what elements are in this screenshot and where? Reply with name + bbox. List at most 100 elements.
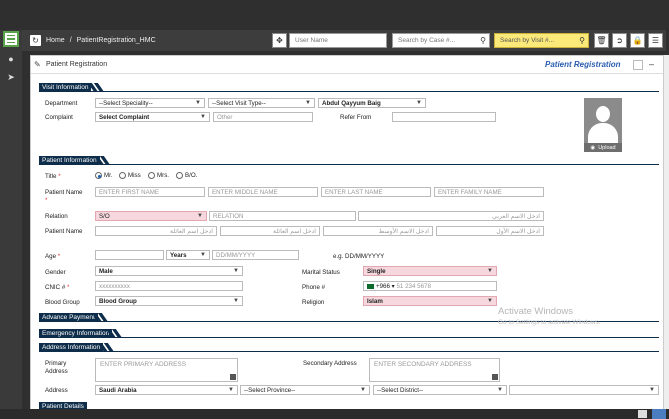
dob-input[interactable]: DD/MM/YYYY <box>212 250 299 260</box>
secondary-address-input[interactable]: ENTER SECONDARY ADDRESS <box>369 358 500 382</box>
phone-label: Phone # <box>302 284 326 291</box>
activate-windows-title: Activate Windows <box>498 306 573 317</box>
relation-arabic-input[interactable]: ادخل الاسم العربي <box>358 211 544 221</box>
chevron-down-icon: ▼ <box>197 213 203 219</box>
other-complaint-input[interactable]: Other <box>213 112 313 122</box>
maximize-icon[interactable] <box>633 60 643 70</box>
country-select[interactable]: Saudi Arabia ▼ <box>95 385 238 395</box>
chevron-down-icon: ▼ <box>487 298 493 304</box>
age-unit-select[interactable]: Years ▼ <box>166 250 210 260</box>
user-icon[interactable]: ● <box>4 52 18 66</box>
age-input[interactable] <box>95 250 164 260</box>
title-radio-mrs[interactable]: Mrs. <box>148 172 169 179</box>
title-radio-bo[interactable]: B/O. <box>176 172 197 179</box>
chevron-down-icon: ▼ <box>649 387 655 393</box>
search-case-input[interactable]: Search by Case #... ⚲ <box>392 33 490 48</box>
title-radio-mr[interactable]: Mr. <box>95 172 113 179</box>
refer-from-input[interactable] <box>392 112 496 122</box>
province-value: --Select Province-- <box>244 386 296 394</box>
taskbar <box>0 409 669 419</box>
hamburger-menu-icon[interactable]: ☰ <box>648 33 663 48</box>
speciality-value: --Select Speciality-- <box>99 99 153 107</box>
edit-icon: ✎ <box>34 60 41 69</box>
lock-icon[interactable]: 🔒 <box>630 33 645 48</box>
relation-select[interactable]: S/O ▼ <box>95 211 207 221</box>
search-case-placeholder: Search by Case #... <box>398 37 456 44</box>
breadcrumb-separator: / <box>69 37 72 44</box>
cnic-input[interactable]: xxxxxxxxxx <box>95 281 243 291</box>
logout-icon[interactable]: ➲ <box>612 33 627 48</box>
arabic-last-name-input[interactable]: ادخل اسم العائلة <box>220 226 320 236</box>
last-name-input[interactable]: ENTER LAST NAME <box>321 187 431 197</box>
secondary-address-label: Secondary Address <box>303 360 357 367</box>
settings-icon[interactable] <box>638 410 647 418</box>
marital-status-select[interactable]: Single ▼ <box>363 266 497 276</box>
refresh-icon[interactable]: ↻ <box>30 35 41 46</box>
title-radio-miss[interactable]: Miss <box>119 172 141 179</box>
gender-label: Gender <box>45 269 66 276</box>
required-mark: * <box>67 284 70 291</box>
primary-address-label: Primary Address <box>45 360 68 375</box>
speciality-select[interactable]: --Select Speciality-- ▼ <box>95 98 205 108</box>
country-value: Saudi Arabia <box>99 386 137 394</box>
address-label: Address <box>45 387 68 394</box>
chevron-down-icon: ▼ <box>416 100 422 106</box>
primary-address-input[interactable]: ENTER PRIMARY ADDRESS <box>95 358 238 382</box>
radio-icon <box>95 172 102 179</box>
title-label: Title * <box>45 173 61 180</box>
search-icon[interactable]: ⚲ <box>480 36 486 45</box>
phone-code[interactable]: +966 <box>376 283 390 290</box>
family-name-input[interactable]: ENTER FAMILY NAME <box>434 187 544 197</box>
relation-name-input[interactable]: RELATION <box>209 211 356 221</box>
first-name-input[interactable]: ENTER FIRST NAME <box>95 187 205 197</box>
chevron-down-icon: ▼ <box>305 100 311 106</box>
gender-select[interactable]: Male ▼ <box>95 266 243 276</box>
upload-button[interactable]: ◉ Upload <box>584 143 622 152</box>
province-select[interactable]: --Select Province-- ▼ <box>240 385 370 395</box>
district-select[interactable]: --Select District-- ▼ <box>373 385 507 395</box>
section-patient: Patient Information <box>39 156 659 165</box>
patient-name-label: Patient Name <box>45 189 83 196</box>
city-select[interactable]: ▼ <box>509 385 659 395</box>
delete-icon[interactable]: 🗑 <box>594 33 609 48</box>
section-address: Address Information <box>39 343 659 352</box>
arabic-first-name-input[interactable]: ادخل الاسم الأول <box>436 226 544 236</box>
chevron-down-icon: ▼ <box>228 387 234 393</box>
upload-label: Upload <box>598 144 616 151</box>
search-visit-input[interactable]: Search by Visit #... ⚲ <box>494 33 589 48</box>
resize-handle[interactable] <box>230 374 236 380</box>
chevron-down-icon: ▼ <box>360 387 366 393</box>
chevron-down-icon: ▼ <box>233 298 239 304</box>
phone-placeholder: 51 234 5678 <box>396 282 431 290</box>
collapse-icon[interactable]: – <box>649 59 654 69</box>
visit-type-select[interactable]: --Select Visit Type-- ▼ <box>208 98 315 108</box>
relation-label: Relation <box>45 213 68 220</box>
age-label-text: Age <box>45 253 57 260</box>
scrollbar[interactable] <box>664 55 669 409</box>
search-icon[interactable]: ⚲ <box>579 36 585 45</box>
title-label-text: Title <box>45 173 57 180</box>
left-sidebar: ● ➤ <box>0 30 22 419</box>
chevron-down-icon: ▼ <box>497 387 503 393</box>
chevron-down-icon: ▼ <box>200 252 206 258</box>
chat-icon[interactable] <box>652 409 666 419</box>
main-menu-button[interactable] <box>3 31 19 47</box>
doctor-select[interactable]: Abdul Qayyum Baig ▼ <box>318 98 426 108</box>
fullscreen-icon[interactable]: ✥ <box>272 33 287 48</box>
secondary-address-placeholder: ENTER SECONDARY ADDRESS <box>374 361 472 368</box>
navigate-icon[interactable]: ➤ <box>4 70 18 84</box>
breadcrumb-current: PatientRegistration_HMC <box>76 37 156 44</box>
user-name-input[interactable]: User Name <box>289 33 387 48</box>
required-mark: * <box>58 173 61 180</box>
resize-handle[interactable] <box>492 374 498 380</box>
religion-select[interactable]: Islam ▼ <box>363 296 497 306</box>
section-visit: Visit Information <box>39 83 659 92</box>
breadcrumb-home[interactable]: Home <box>46 37 65 44</box>
blood-group-select[interactable]: Blood Group ▼ <box>95 296 243 306</box>
complaint-select[interactable]: Select Complaint ▼ <box>95 112 210 122</box>
middle-name-input[interactable]: ENTER MIDDLE NAME <box>208 187 318 197</box>
arabic-family-name-input[interactable]: ادخل اسم العائلة <box>95 226 217 236</box>
arabic-middle-name-input[interactable]: ادخل الاسم الأوسط <box>323 226 433 236</box>
flag-icon <box>367 283 374 289</box>
phone-input[interactable]: +966 ▾ 51 234 5678 <box>363 281 497 291</box>
